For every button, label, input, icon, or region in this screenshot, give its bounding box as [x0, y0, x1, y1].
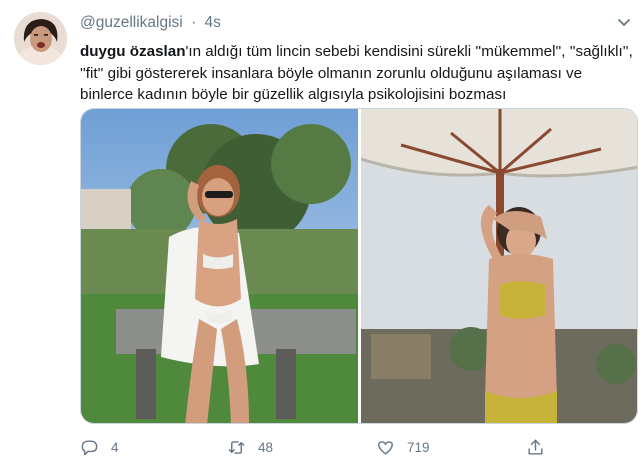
- reply-icon: [81, 439, 98, 455]
- tweet-header: @guzellikalgisi · 4s: [80, 14, 221, 32]
- tweet[interactable]: @guzellikalgisi · 4s duygu özaslan'ın al…: [0, 0, 643, 473]
- user-handle[interactable]: @guzellikalgisi: [80, 14, 183, 31]
- chevron-down-icon[interactable]: [617, 16, 631, 28]
- tweet-time[interactable]: 4s: [205, 14, 221, 31]
- reply-button[interactable]: 4: [80, 434, 119, 460]
- tweet-actions: 4 48 719: [80, 434, 636, 460]
- tweet-text: duygu özaslan'ın aldığı tüm lincin sebeb…: [80, 41, 636, 106]
- header-separator: ·: [191, 14, 197, 31]
- share-icon: [528, 439, 543, 455]
- like-count: 719: [407, 439, 430, 455]
- share-button[interactable]: [526, 434, 545, 460]
- photo-right[interactable]: [361, 109, 637, 423]
- reply-count: 4: [111, 439, 119, 455]
- user-avatar[interactable]: [14, 12, 67, 65]
- photo-left[interactable]: [81, 109, 358, 423]
- retweet-icon: [228, 440, 245, 454]
- heart-icon: [378, 440, 393, 455]
- retweet-count: 48: [258, 439, 274, 455]
- retweet-button[interactable]: 48: [227, 434, 273, 460]
- like-button[interactable]: 719: [376, 434, 430, 460]
- mention-link[interactable]: duygu özaslan: [80, 43, 185, 60]
- tweet-media[interactable]: [80, 108, 638, 424]
